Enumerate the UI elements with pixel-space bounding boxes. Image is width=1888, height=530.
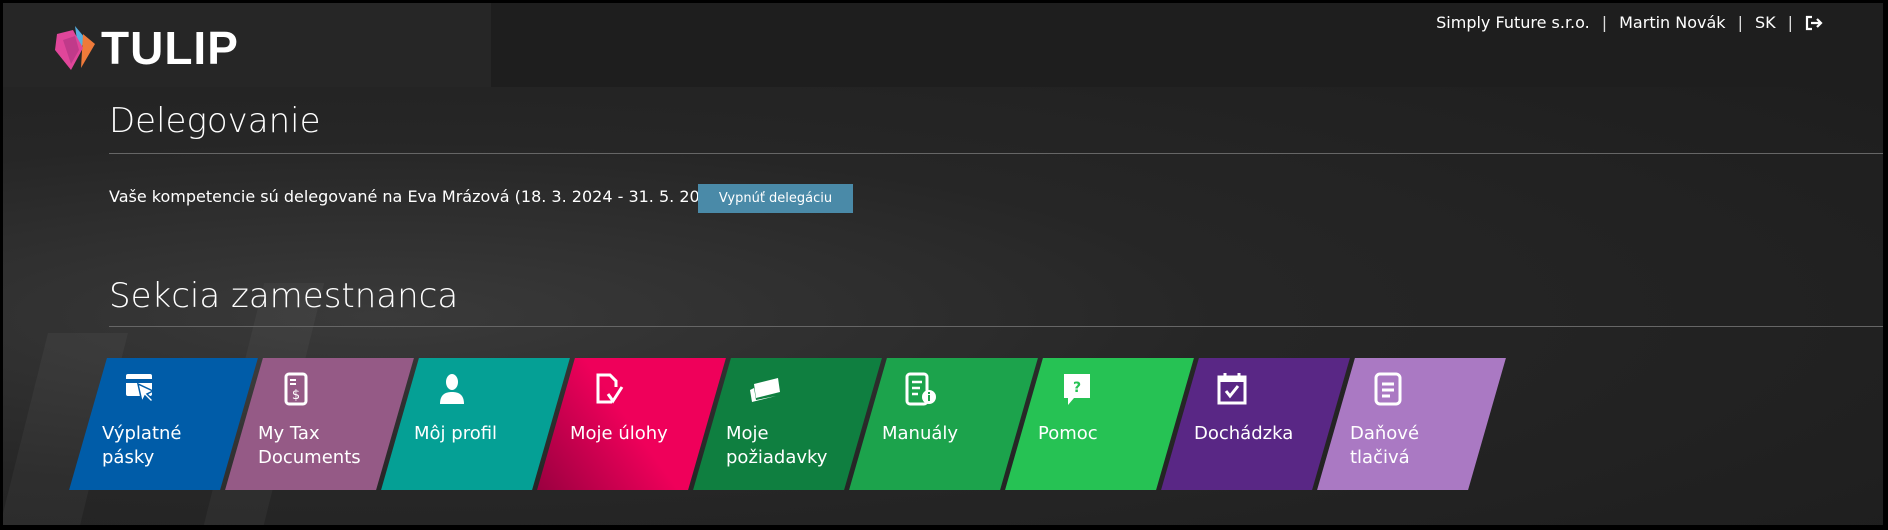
form-icon (1374, 372, 1402, 406)
tile-label: Môj profil (414, 423, 498, 444)
tile-label: Moje úlohy (570, 423, 668, 444)
tile-content: ? Pomoc (1024, 358, 1175, 490)
divider (109, 326, 1883, 327)
tile-form[interactable]: Daňové tlačivá (1317, 358, 1506, 490)
separator: | (1787, 13, 1793, 32)
task-check-icon (596, 373, 624, 404)
top-nav: Simply Future s.r.o. | Martin Novák | SK… (1436, 13, 1823, 32)
tile-content: $ My Tax Documents (244, 358, 395, 490)
manual-info-icon (905, 372, 936, 406)
company-link[interactable]: Simply Future s.r.o. (1436, 13, 1590, 32)
logo[interactable]: TULIP (53, 21, 239, 75)
tax-document-icon: $ (284, 372, 308, 406)
logout-icon[interactable] (1805, 15, 1823, 31)
tile-label: Výplatné pásky (102, 423, 182, 468)
language-switch[interactable]: SK (1755, 13, 1776, 32)
tile-content: Moje požiadavky (712, 358, 863, 490)
top-header: TULIP Simply Future s.r.o. | Martin Nová… (3, 3, 1883, 87)
page: TULIP Simply Future s.r.o. | Martin Nová… (3, 3, 1883, 525)
svg-text:$: $ (292, 388, 300, 403)
help-icon: ? (1064, 374, 1090, 405)
delegation-text: Vaše kompetencie sú delegované na Eva Mr… (109, 187, 727, 206)
tile-label: My Tax Documents (258, 423, 361, 468)
tile-content: Výplatné pásky (88, 358, 239, 490)
divider (109, 153, 1883, 154)
section-title: Sekcia zamestnanca (109, 276, 459, 316)
tile-label: Daňové tlačivá (1350, 423, 1420, 468)
calendar-check-icon (1217, 373, 1247, 405)
tile-label: Pomoc (1038, 423, 1098, 444)
tile-content: Moje úlohy (556, 358, 707, 490)
payslip-icon (126, 374, 155, 405)
delegation-title: Delegovanie (109, 101, 321, 141)
user-icon (440, 374, 464, 404)
tile-content: Dochádzka (1180, 358, 1331, 490)
separator: | (1737, 13, 1743, 32)
tulip-logo-icon (55, 26, 95, 70)
tile-content: Môj profil (400, 358, 551, 490)
tile-content: Daňové tlačivá (1336, 358, 1487, 490)
disable-delegation-button[interactable]: Vypnúť delegáciu (698, 184, 853, 213)
tile-label: Manuály (882, 423, 959, 444)
tile-label: Dochádzka (1194, 423, 1294, 444)
svg-text:?: ? (1073, 380, 1081, 396)
tile-content: Manuály (868, 358, 1019, 490)
user-link[interactable]: Martin Novák (1619, 13, 1725, 32)
separator: | (1601, 13, 1608, 32)
tile-label: Moje požiadavky (726, 423, 828, 468)
tickets-icon (750, 378, 780, 402)
